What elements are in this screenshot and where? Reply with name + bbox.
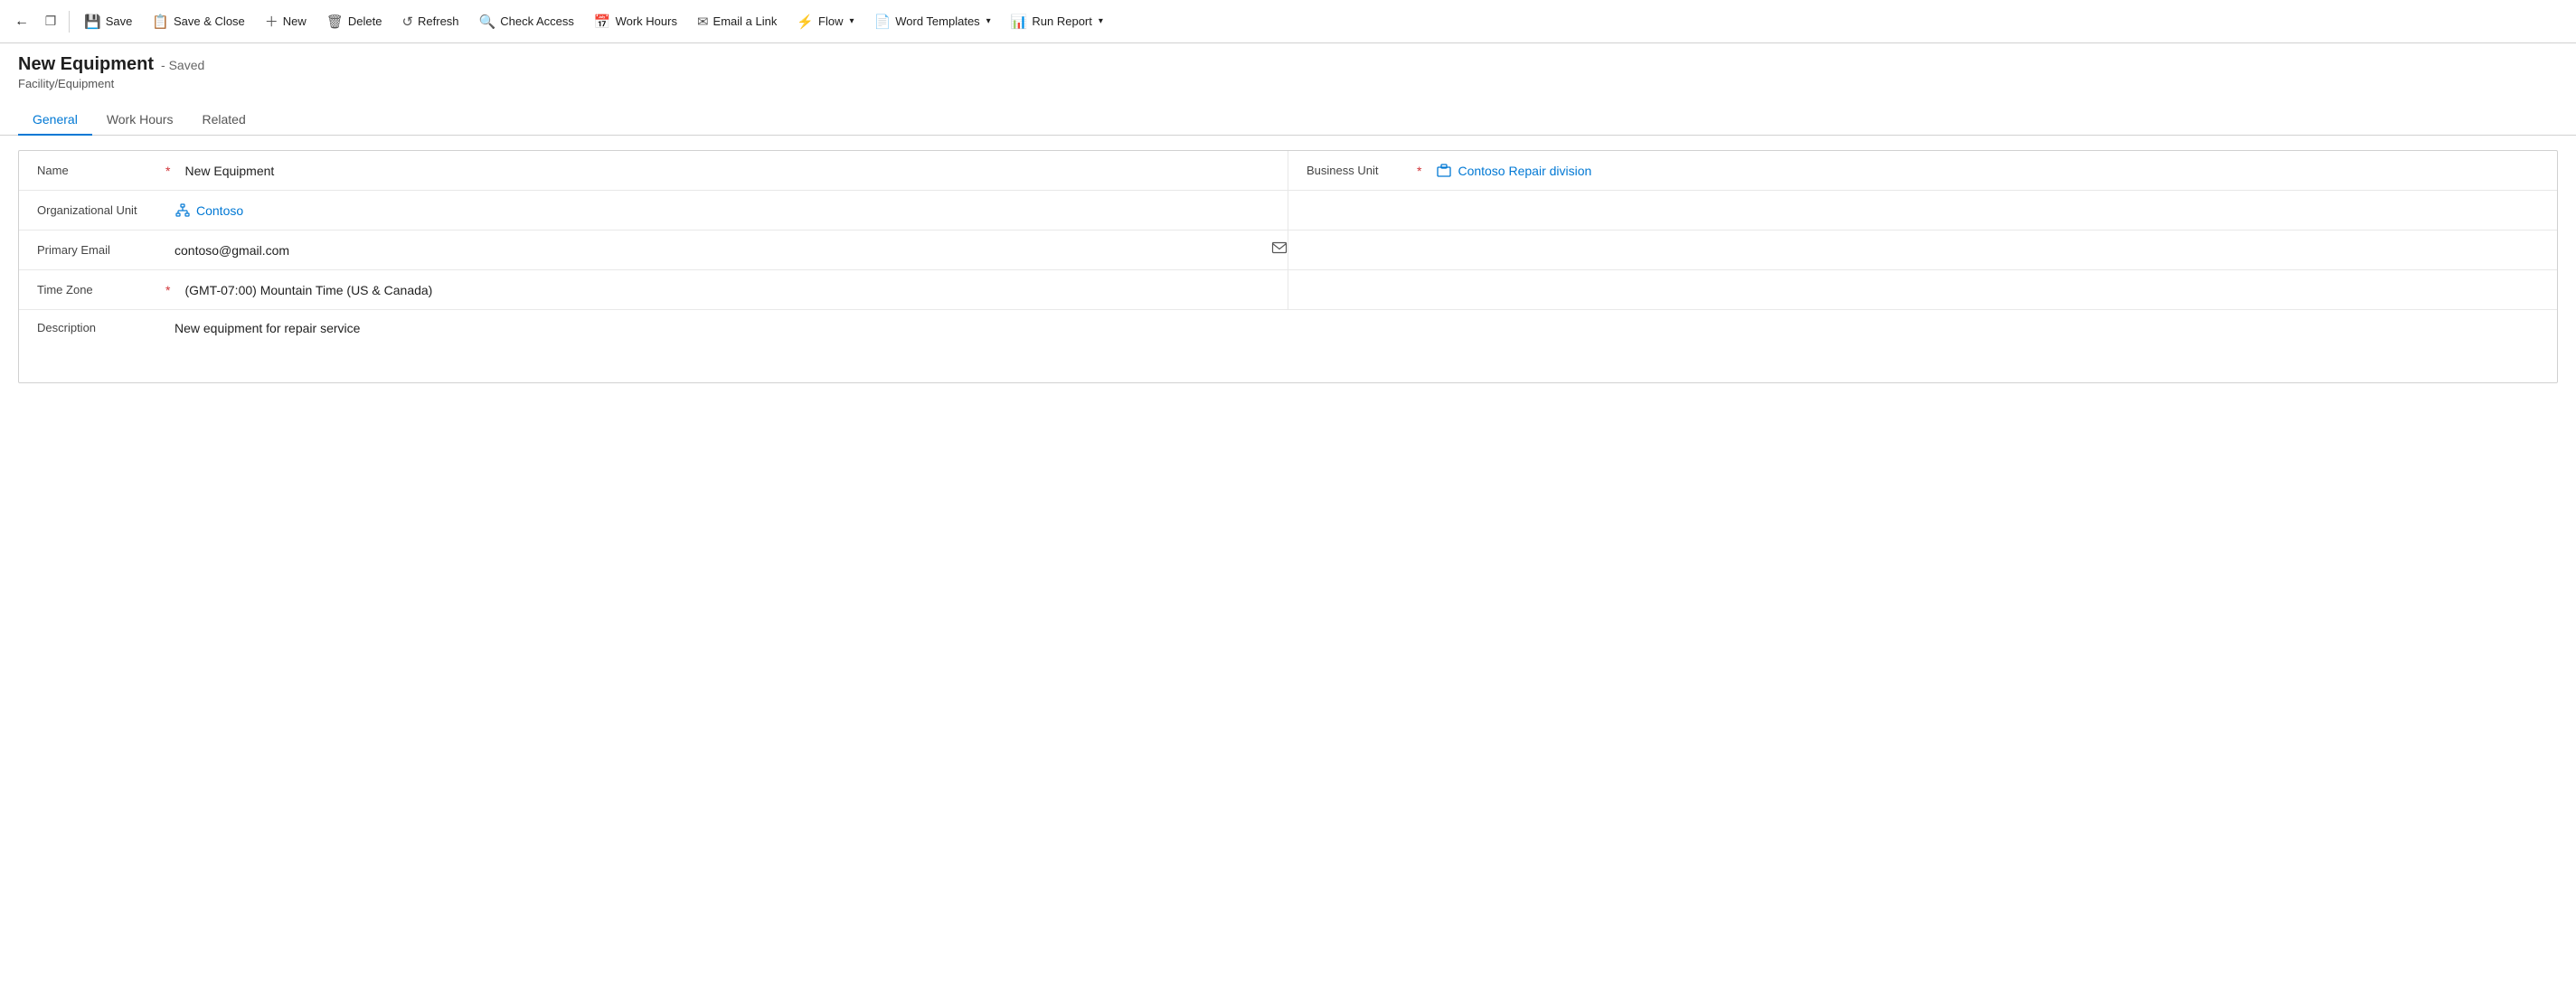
window-button[interactable]: ❐	[38, 9, 63, 34]
check-access-icon: 🔍	[479, 14, 496, 30]
form-row-email: Primary Email contoso@gmail.com	[19, 231, 2557, 270]
form-left-org: Organizational Unit Contoso	[19, 191, 1288, 230]
business-unit-icon	[1436, 163, 1452, 179]
primary-email-value[interactable]: contoso@gmail.com	[164, 234, 1264, 267]
description-value[interactable]: New equipment for repair service	[164, 310, 2557, 346]
form-row-description: Description New equipment for repair ser…	[19, 310, 2557, 382]
form-right-bu: Business Unit * Contoso Repair division	[1288, 151, 2557, 190]
delete-icon: 🗑	[326, 14, 344, 30]
toolbar: ← ❐ 💾 Save 📋 Save & Close ＋ New 🗑 Delete…	[0, 0, 2576, 43]
org-unit-icon	[175, 202, 191, 219]
page-saved-status: - Saved	[161, 58, 204, 72]
word-templates-chevron-icon: ▾	[986, 16, 991, 26]
email-link-button[interactable]: ✉ Email a Link	[688, 8, 786, 35]
toolbar-separator	[69, 11, 70, 33]
save-button[interactable]: 💾 Save	[75, 8, 141, 35]
tabs: General Work Hours Related	[0, 96, 2576, 136]
time-zone-required: *	[165, 283, 170, 297]
work-hours-button[interactable]: 📅 Work Hours	[585, 8, 686, 35]
delete-button[interactable]: 🗑 Delete	[317, 8, 392, 35]
form-row-timezone: Time Zone * (GMT-07:00) Mountain Time (U…	[19, 270, 2557, 310]
work-hours-icon: 📅	[594, 14, 611, 30]
new-button[interactable]: ＋ New	[256, 6, 316, 36]
description-label: Description	[19, 310, 164, 345]
page-header: New Equipment - Saved Facility/Equipment	[0, 43, 2576, 90]
page-title: New Equipment	[18, 54, 154, 75]
flow-icon: ⚡	[797, 14, 814, 30]
form-right-timezone-empty	[1288, 270, 2557, 309]
email-link-icon: ✉	[697, 14, 709, 30]
check-access-button[interactable]: 🔍 Check Access	[470, 8, 583, 35]
word-templates-button[interactable]: 📄 Word Templates ▾	[865, 8, 1000, 35]
business-unit-required: *	[1417, 164, 1421, 178]
form-row-org-unit: Organizational Unit Contoso	[19, 191, 2557, 231]
name-required: *	[165, 164, 170, 178]
flow-chevron-icon: ▾	[850, 16, 854, 26]
org-unit-label: Organizational Unit	[19, 194, 164, 226]
form-left-email: Primary Email contoso@gmail.com	[19, 231, 1288, 269]
run-report-icon: 📊	[1011, 14, 1028, 30]
tab-general[interactable]: General	[18, 105, 92, 136]
refresh-icon: ↺	[401, 14, 413, 30]
word-templates-icon: 📄	[874, 14, 892, 30]
time-zone-value[interactable]: (GMT-07:00) Mountain Time (US & Canada)	[174, 274, 1288, 306]
form-right-org-empty	[1288, 191, 2557, 230]
form-container: Name * New Equipment Business Unit * Con…	[18, 150, 2558, 383]
save-close-button[interactable]: 📋 Save & Close	[143, 8, 253, 35]
form-row-name: Name * New Equipment Business Unit * Con…	[19, 151, 2557, 191]
business-unit-label: Business Unit	[1288, 155, 1415, 186]
form-left-name: Name * New Equipment	[19, 151, 1288, 190]
page-subtitle: Facility/Equipment	[18, 77, 2558, 90]
time-zone-label: Time Zone	[19, 274, 164, 306]
tab-work-hours[interactable]: Work Hours	[92, 105, 188, 136]
tab-related[interactable]: Related	[187, 105, 259, 136]
business-unit-value[interactable]: Contoso Repair division	[1425, 154, 2557, 188]
form-right-email-empty	[1288, 231, 2557, 269]
email-field-wrap: contoso@gmail.com	[164, 234, 1288, 267]
save-close-icon: 📋	[152, 14, 169, 30]
new-icon: ＋	[265, 12, 278, 31]
back-button[interactable]: ←	[7, 7, 36, 36]
save-icon: 💾	[84, 14, 101, 30]
email-compose-icon[interactable]	[1271, 240, 1288, 260]
org-unit-value[interactable]: Contoso	[164, 193, 1288, 228]
run-report-button[interactable]: 📊 Run Report ▾	[1002, 8, 1112, 35]
primary-email-label: Primary Email	[19, 234, 164, 266]
run-report-chevron-icon: ▾	[1099, 16, 1103, 26]
flow-button[interactable]: ⚡ Flow ▾	[788, 8, 863, 35]
refresh-button[interactable]: ↺ Refresh	[392, 8, 467, 35]
name-label: Name	[19, 155, 164, 186]
name-value[interactable]: New Equipment	[174, 155, 1288, 187]
form-left-timezone: Time Zone * (GMT-07:00) Mountain Time (U…	[19, 270, 1288, 309]
